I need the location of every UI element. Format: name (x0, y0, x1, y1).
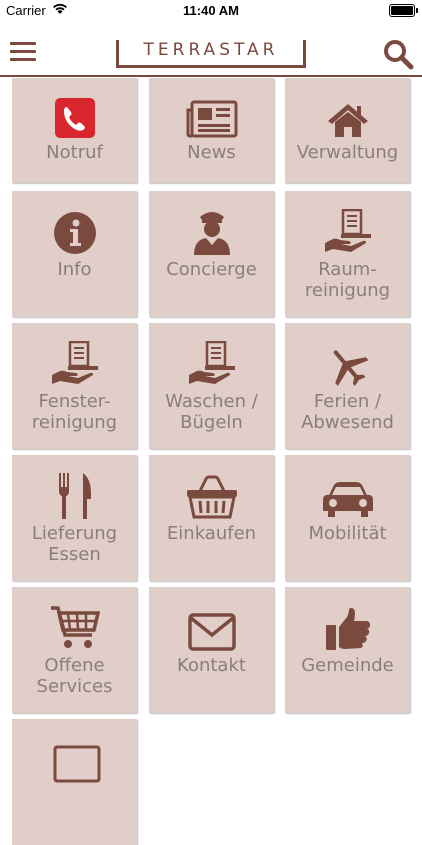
tile-label: Offene Services (36, 655, 113, 697)
airplane-icon (333, 350, 368, 387)
tile-label: Concierge (166, 259, 257, 280)
tile-label: Gemeinde (301, 655, 394, 676)
tile-einkaufen[interactable]: Einkaufen (149, 455, 274, 581)
hamburger-icon-line (10, 58, 36, 61)
tile-label: Mobilität (308, 523, 387, 544)
tile-label: Fenster- reinigung (31, 391, 118, 433)
tile-news[interactable]: News (149, 78, 274, 183)
search-icon[interactable] (382, 38, 414, 70)
tile-notruf[interactable]: Notruf (12, 78, 137, 183)
phone-emergency-icon (54, 98, 95, 138)
thumbs-up-icon (325, 608, 370, 650)
newspaper-icon (53, 745, 100, 783)
tile-verwaltung[interactable]: Verwaltung (285, 78, 410, 183)
envelope-icon (187, 613, 236, 651)
concierge-icon (193, 212, 230, 255)
tile-concierge[interactable]: Concierge (149, 191, 274, 317)
service-list-icon (324, 209, 371, 252)
hamburger-icon-line (10, 50, 36, 53)
basket-icon (186, 475, 237, 519)
newspaper-icon (186, 100, 237, 138)
tile-label: Lieferung Essen (31, 523, 118, 565)
menu-button[interactable] (10, 42, 36, 62)
tile-label: Waschen / Bügeln (165, 391, 258, 433)
tile-gemeinde[interactable]: Gemeinde (285, 587, 410, 713)
cutlery-icon (58, 473, 91, 519)
status-bar: Carrier 11:40 AM (0, 0, 422, 22)
nav-bar: TERRASTAR (0, 22, 422, 77)
tile-label: News (187, 142, 236, 163)
tile-label: Info (57, 259, 92, 280)
hamburger-icon-line (10, 42, 36, 45)
tile-waschen-buegeln[interactable]: Waschen / Bügeln (149, 323, 274, 449)
tile-partial[interactable] (12, 719, 137, 845)
tile-offene-services[interactable]: Offene Services (12, 587, 137, 713)
service-list-icon (51, 341, 98, 384)
car-icon (322, 482, 373, 517)
tile-label: Notruf (46, 142, 103, 163)
tile-label: Einkaufen (166, 523, 257, 544)
tile-label: Ferien / Abwesend (301, 391, 394, 433)
info-icon (53, 212, 96, 254)
shopping-cart-icon (50, 606, 100, 648)
tile-mobilitaet[interactable]: Mobilität (285, 455, 410, 581)
service-list-icon (188, 341, 235, 384)
status-time: 11:40 AM (183, 3, 239, 18)
tile-fensterreinigung[interactable]: Fenster- reinigung (12, 323, 137, 449)
tile-label: Raum- reinigung (304, 259, 391, 301)
logo: TERRASTAR (116, 40, 306, 68)
tile-ferien[interactable]: Ferien / Abwesend (285, 323, 410, 449)
tile-label: Verwaltung (296, 142, 399, 163)
tile-kontakt[interactable]: Kontakt (149, 587, 274, 713)
tile-lieferung-essen[interactable]: Lieferung Essen (12, 455, 137, 581)
tile-raumreinigung[interactable]: Raum- reinigung (285, 191, 410, 317)
tile-label: Kontakt (177, 655, 246, 676)
battery-icon (389, 4, 418, 17)
home-icon (327, 104, 368, 137)
tile-info[interactable]: Info (12, 191, 137, 317)
